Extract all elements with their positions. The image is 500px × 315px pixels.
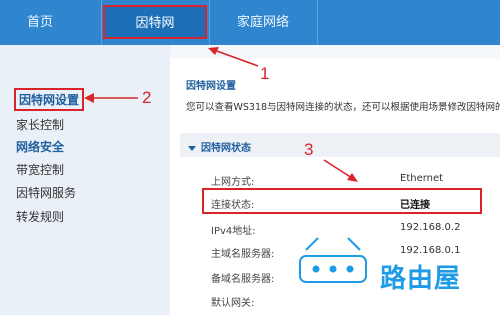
annotation-number-2: 2 xyxy=(142,88,152,107)
arrow-1-line xyxy=(213,49,259,67)
annotation-number-3: 3 xyxy=(304,140,314,159)
arrow-2-head xyxy=(84,93,94,103)
router-logo-icon xyxy=(299,237,367,283)
arrow-3-line xyxy=(323,159,353,179)
annotation-number-1: 1 xyxy=(260,64,270,83)
watermark-text: 路由屋 xyxy=(380,264,462,294)
arrow-3-head xyxy=(347,173,358,182)
